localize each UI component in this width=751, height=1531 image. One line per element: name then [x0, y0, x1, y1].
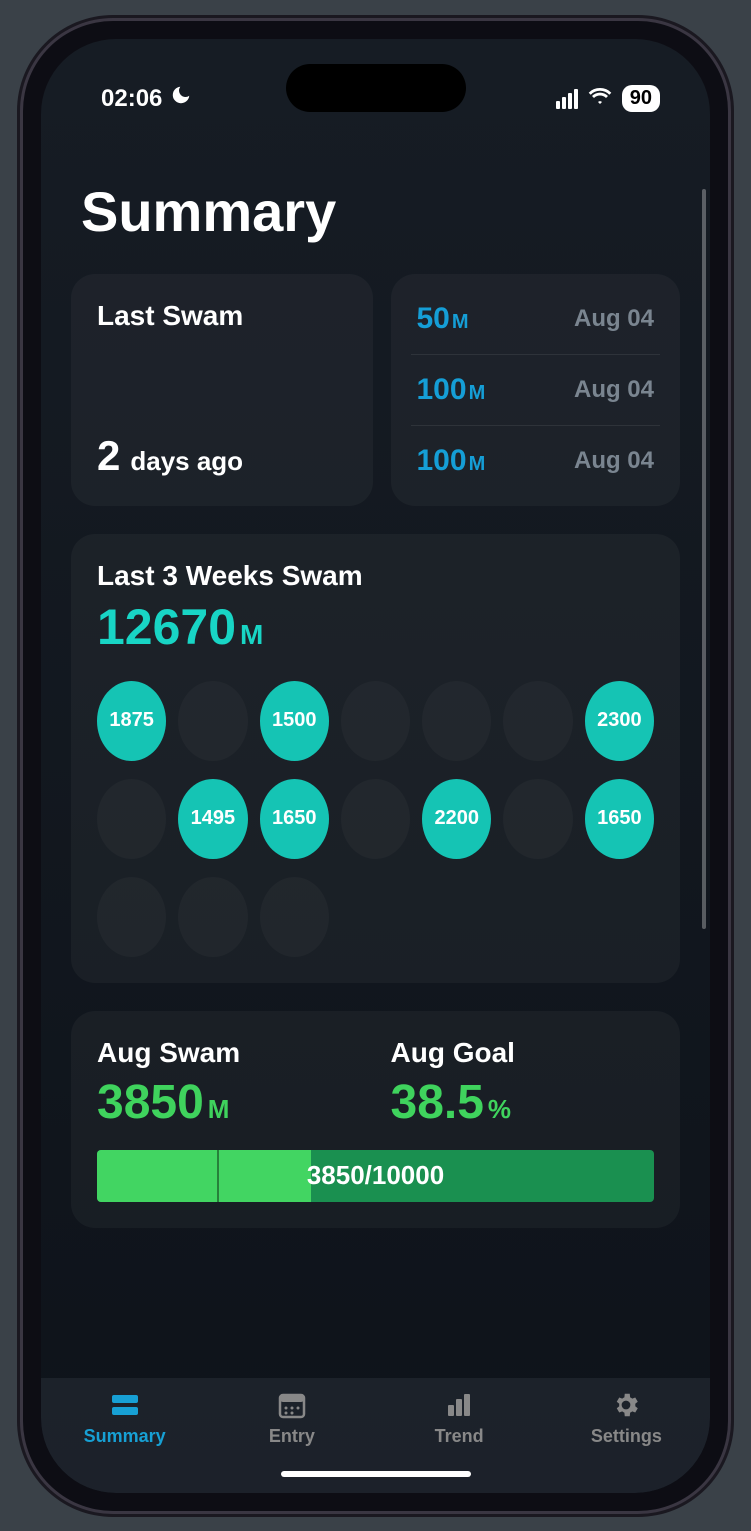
tab-trend[interactable]: Trend — [376, 1390, 543, 1447]
progress-tick — [217, 1150, 219, 1202]
recent-row[interactable]: 50M Aug 04 — [411, 284, 661, 355]
bars-icon — [444, 1390, 474, 1420]
weeks-total: 12670 — [97, 598, 236, 656]
screen: 02:06 90 Summary Last Swam — [41, 39, 710, 1493]
progress-bar: 3850/10000 — [97, 1150, 654, 1202]
recent-date: Aug 04 — [574, 447, 654, 475]
week-day-dot[interactable] — [178, 681, 247, 761]
month-swam-unit: M — [208, 1094, 230, 1125]
recent-row[interactable]: 100M Aug 04 — [411, 355, 661, 426]
week-day-dot[interactable] — [97, 877, 166, 957]
week-day-dot[interactable]: 1875 — [97, 681, 166, 761]
week-day-dot[interactable] — [260, 877, 329, 957]
moon-icon — [170, 84, 192, 113]
gear-icon — [611, 1390, 641, 1420]
week-day-dot[interactable] — [503, 681, 572, 761]
recent-distance: 100M — [417, 373, 486, 407]
signal-icon — [556, 89, 578, 109]
wifi-icon — [588, 84, 612, 113]
calendar-icon — [277, 1390, 307, 1420]
phone-frame: 02:06 90 Summary Last Swam — [23, 21, 728, 1511]
month-goal-value: 38.5 — [391, 1075, 484, 1130]
week-day-dot[interactable]: 1650 — [260, 779, 329, 859]
weeks-card[interactable]: Last 3 Weeks Swam 12670 M 1875 1500 2300 14… — [71, 534, 680, 983]
recent-distance: 50M — [417, 302, 469, 336]
week-day-dot[interactable]: 1650 — [585, 779, 654, 859]
tab-label: Trend — [435, 1426, 484, 1447]
week-day-dot[interactable] — [97, 779, 166, 859]
tab-entry[interactable]: Entry — [208, 1390, 375, 1447]
last-swam-count: 2 — [97, 432, 120, 480]
week-day-dot[interactable]: 2300 — [585, 681, 654, 761]
month-swam-value: 3850 — [97, 1075, 204, 1130]
home-indicator[interactable] — [281, 1471, 471, 1477]
week-day-dot[interactable] — [341, 779, 410, 859]
status-time: 02:06 — [101, 85, 162, 113]
weeks-unit: M — [240, 619, 263, 651]
last-swam-card[interactable]: Last Swam 2 days ago — [71, 274, 373, 506]
progress-label: 3850/10000 — [307, 1160, 444, 1191]
weeks-dots-grid: 1875150023001495165022001650 — [97, 681, 654, 957]
last-swam-label: Last Swam — [97, 300, 347, 332]
battery-indicator: 90 — [622, 85, 660, 112]
recent-swims-card[interactable]: 50M Aug 04 100M Aug 04 100M Aug 04 — [391, 274, 681, 506]
tab-summary[interactable]: Summary — [41, 1390, 208, 1447]
recent-date: Aug 04 — [574, 376, 654, 404]
week-day-dot[interactable] — [341, 877, 410, 957]
week-day-dot[interactable] — [503, 779, 572, 859]
last-swam-unit: days ago — [130, 446, 243, 477]
month-card[interactable]: Aug Swam 3850 M Aug Goal 38.5 % — [71, 1011, 680, 1228]
month-swam-label: Aug Swam — [97, 1037, 361, 1069]
summary-icon — [110, 1390, 140, 1420]
week-day-dot[interactable] — [422, 877, 491, 957]
recent-distance: 100M — [417, 444, 486, 478]
tab-label: Settings — [591, 1426, 662, 1447]
week-day-dot[interactable] — [422, 681, 491, 761]
week-day-dot[interactable] — [585, 877, 654, 957]
page-title: Summary — [71, 179, 680, 244]
notch — [286, 64, 466, 112]
tab-label: Summary — [84, 1426, 166, 1447]
tab-label: Entry — [269, 1426, 315, 1447]
week-day-dot[interactable] — [503, 877, 572, 957]
week-day-dot[interactable]: 2200 — [422, 779, 491, 859]
month-goal-unit: % — [488, 1094, 511, 1125]
weeks-label: Last 3 Weeks Swam — [97, 560, 654, 592]
battery-level: 90 — [630, 87, 652, 110]
week-day-dot[interactable] — [178, 877, 247, 957]
week-day-dot[interactable]: 1500 — [260, 681, 329, 761]
week-day-dot[interactable]: 1495 — [178, 779, 247, 859]
recent-row[interactable]: 100M Aug 04 — [411, 426, 661, 496]
recent-date: Aug 04 — [574, 305, 654, 333]
week-day-dot[interactable] — [341, 681, 410, 761]
progress-fill — [97, 1150, 311, 1202]
content: Summary Last Swam 2 days ago 50MAug 0410… — [41, 129, 710, 1378]
tab-settings[interactable]: Settings — [543, 1390, 710, 1447]
month-goal-label: Aug Goal — [391, 1037, 655, 1069]
